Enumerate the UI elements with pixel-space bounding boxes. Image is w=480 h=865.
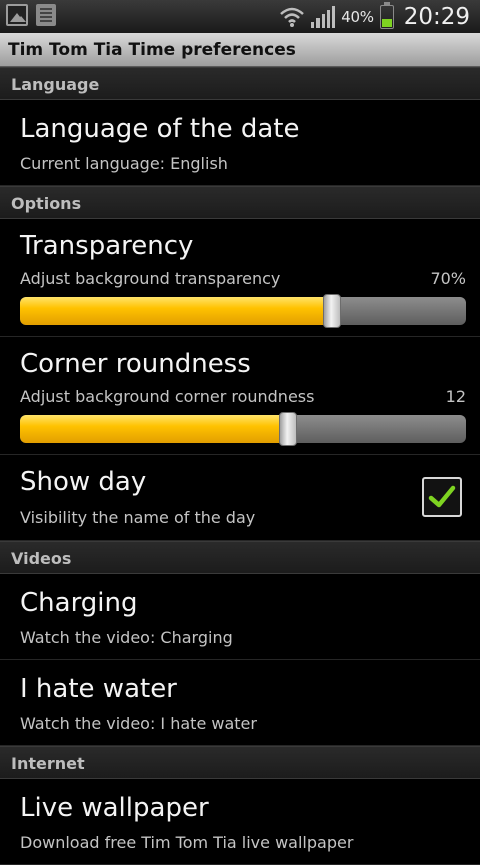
pref-title: Live wallpaper xyxy=(20,793,209,823)
wifi-icon xyxy=(279,6,305,28)
section-header-language: Language xyxy=(0,67,480,100)
pref-title: I hate water xyxy=(20,674,177,704)
pref-summary: Watch the video: Charging xyxy=(20,628,233,647)
pref-summary: Adjust background corner roundness xyxy=(20,387,315,406)
slider-thumb[interactable] xyxy=(279,412,297,446)
signal-strength-icon xyxy=(311,5,336,28)
pref-summary: Download free Tim Tom Tia live wallpaper xyxy=(20,833,354,852)
slider-thumb[interactable] xyxy=(323,294,341,328)
pref-transparency: Transparency Adjust background transpare… xyxy=(0,219,480,337)
checkmark-icon xyxy=(428,485,456,508)
app-notification-icon xyxy=(36,4,56,26)
pref-summary: Adjust background transparency xyxy=(20,269,281,288)
pref-summary: Current language: English xyxy=(20,154,228,173)
pref-summary: Watch the video: I hate water xyxy=(20,714,257,733)
section-header-videos: Videos xyxy=(0,541,480,574)
pref-title: Language of the date xyxy=(20,114,300,144)
pref-title: Charging xyxy=(20,588,138,618)
gallery-notification-icon xyxy=(6,4,28,26)
section-header-internet: Internet xyxy=(0,746,480,779)
slider-fill xyxy=(20,297,332,325)
pref-summary: Visibility the name of the day xyxy=(20,508,256,527)
pref-video-i-hate-water[interactable]: I hate water Watch the video: I hate wat… xyxy=(0,660,480,746)
corner-roundness-value: 12 xyxy=(445,387,466,406)
status-bar: 40% 20:29 xyxy=(0,0,480,33)
transparency-slider[interactable] xyxy=(20,294,466,328)
transparency-value: 70% xyxy=(430,269,466,288)
pref-corner-roundness: Corner roundness Adjust background corne… xyxy=(0,337,480,455)
pref-title: Corner roundness xyxy=(20,349,251,379)
pref-title: Transparency xyxy=(20,231,194,261)
pref-show-day[interactable]: Show day Visibility the name of the day xyxy=(0,455,480,541)
page-title: Tim Tom Tia Time preferences xyxy=(0,33,480,67)
battery-percent: 40% xyxy=(341,7,374,26)
pref-video-charging[interactable]: Charging Watch the video: Charging xyxy=(0,574,480,660)
slider-track[interactable] xyxy=(20,415,466,443)
section-header-options: Options xyxy=(0,186,480,219)
corner-roundness-slider[interactable] xyxy=(20,412,466,446)
slider-track[interactable] xyxy=(20,297,466,325)
show-day-checkbox[interactable] xyxy=(422,477,462,517)
clock: 20:29 xyxy=(403,3,470,30)
preferences-list: Language Language of the date Current la… xyxy=(0,67,480,865)
slider-fill xyxy=(20,415,288,443)
battery-icon xyxy=(379,1,394,29)
pref-language-of-date[interactable]: Language of the date Current language: E… xyxy=(0,100,480,186)
pref-live-wallpaper[interactable]: Live wallpaper Download free Tim Tom Tia… xyxy=(0,779,480,865)
pref-title: Show day xyxy=(20,467,147,497)
